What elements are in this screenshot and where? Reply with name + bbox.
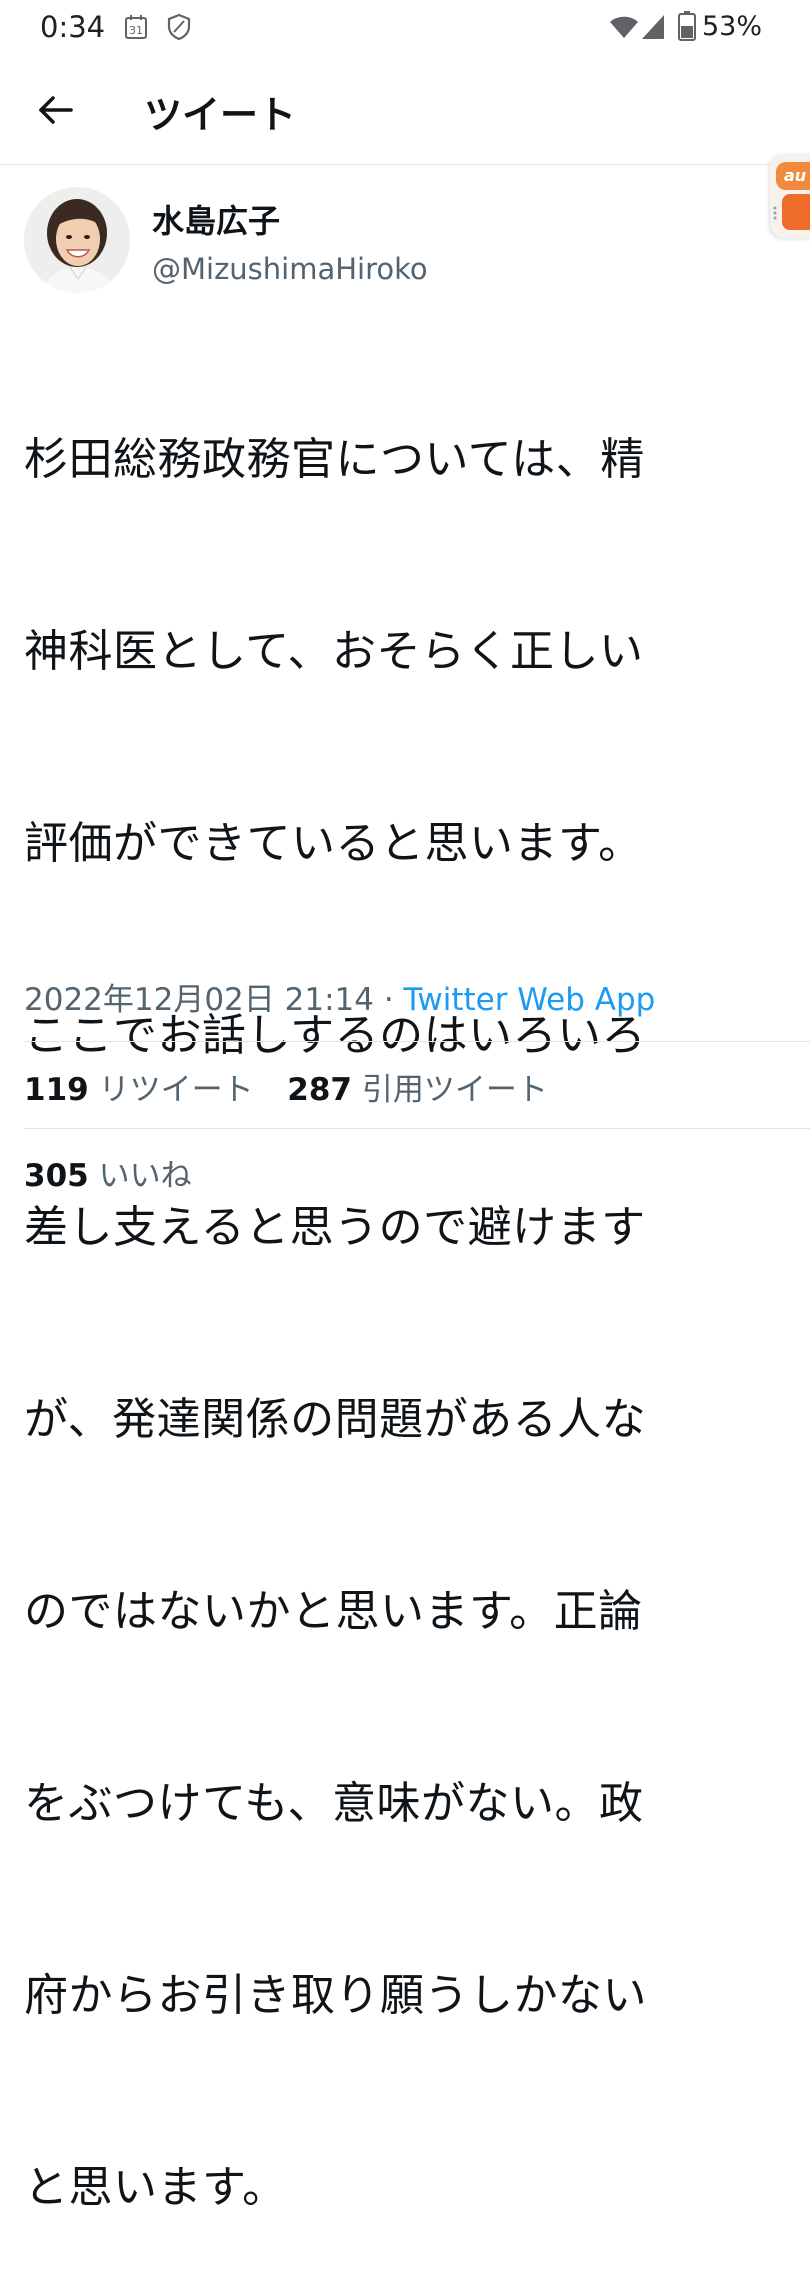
likes-stat[interactable]: 305 いいね [24,1150,192,1195]
shield-icon [167,13,191,41]
tweet-meta: 2022年12月02日 21:14 · Twitter Web App [24,974,655,1019]
tweet-line: のではないかと思います。正論 [24,1586,643,1637]
divider [24,1041,810,1042]
tweet-line: 評価ができていると思います。 [24,818,643,869]
page-title: ツイート [144,93,297,137]
likes-label: いいね [98,1158,192,1194]
tweet-line: 神科医として、おそらく正しい [24,626,644,677]
retweets-label: リツイート [98,1072,254,1108]
tweet-line: をぶつけても、意味がない。政 [24,1778,644,1829]
quotes-count: 287 [287,1072,353,1108]
quotes-label: 引用ツイート [361,1072,548,1108]
author-handle[interactable]: @MizushimaHiroko [152,252,428,286]
profile-photo [24,187,130,293]
wifi-icon [610,16,638,38]
battery-icon [678,11,696,41]
back-button[interactable] [26,80,86,140]
au-logo: au [776,162,810,190]
quotes-stat[interactable]: 287 引用ツイート [287,1064,548,1109]
avatar[interactable] [24,187,130,293]
app-header: ツイート [0,58,810,165]
tweet-line: 府からお引き取り願うしかない [24,1970,647,2021]
author-name[interactable]: 水島広子 [152,196,280,242]
status-bar: 0:34 31 53% [0,0,810,58]
retweets-count: 119 [24,1072,89,1108]
tweet-source-link[interactable]: Twitter Web App [404,982,656,1018]
tweet-timestamp[interactable]: 2022年12月02日 21:14 [24,982,374,1018]
signal-icon [642,15,664,39]
battery-percentage: 53% [702,11,763,42]
likes-count: 305 [24,1158,89,1194]
tweet-line: が、発達関係の問題がある人な [24,1394,647,1445]
calendar-icon: 31 [125,15,147,39]
tweet-line: と思います。 [24,2162,287,2213]
side-widget-au[interactable]: au [770,154,810,238]
stats-row-retweets: 119 リツイート 287 引用ツイート [24,1064,548,1109]
retweets-stat[interactable]: 119 リツイート [24,1064,254,1109]
widget-shield-shape [782,194,810,230]
divider [24,1128,810,1129]
meta-separator: · [373,982,404,1018]
status-time: 0:34 [40,10,106,44]
tweet-line: 差し支えると思うので避けます [24,1202,646,1253]
drag-handle-icon [773,206,777,220]
stats-row-likes: 305 いいね [24,1150,192,1195]
calendar-day: 31 [129,24,143,37]
arrow-left-icon [39,96,73,124]
tweet-line: 杉田総務政務官については、精 [24,434,645,485]
tweet-text: 杉田総務政務官については、精 神科医として、おそらく正しい 評価ができていると思… [24,300,764,2284]
